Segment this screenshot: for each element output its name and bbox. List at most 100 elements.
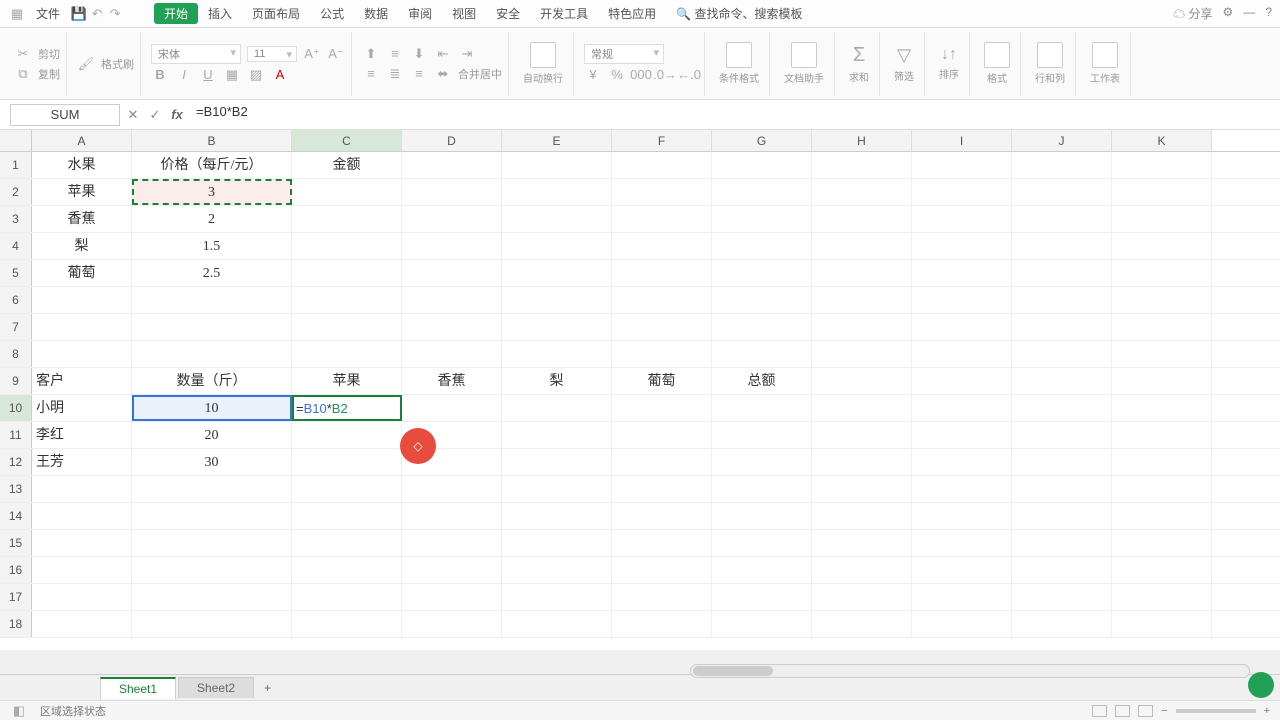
menu-dev[interactable]: 开发工具 [530, 5, 598, 22]
cell-I4[interactable] [912, 233, 1012, 259]
cell-A17[interactable] [32, 584, 132, 610]
cell-D16[interactable] [402, 557, 502, 583]
merge-icon[interactable]: ⬌ [434, 65, 452, 83]
cell-G4[interactable] [712, 233, 812, 259]
cell-A12[interactable]: 王芳 [32, 449, 132, 475]
paste-icon[interactable]: 🖌 [77, 55, 95, 73]
cell-C6[interactable] [292, 287, 402, 313]
cell-H5[interactable] [812, 260, 912, 286]
cell-K5[interactable] [1112, 260, 1212, 286]
cell-D18[interactable] [402, 611, 502, 637]
cell-D9[interactable]: 香蕉 [402, 368, 502, 394]
zoom-in-icon[interactable]: + [1264, 705, 1270, 717]
select-all-corner[interactable] [0, 130, 32, 151]
cell-A1[interactable]: 水果 [32, 152, 132, 178]
cell-F8[interactable] [612, 341, 712, 367]
italic-icon[interactable]: I [175, 66, 193, 84]
row-header-14[interactable]: 14 [0, 503, 32, 529]
cell-J1[interactable] [1012, 152, 1112, 178]
confirm-icon[interactable]: ✓ [146, 107, 164, 123]
cell-D8[interactable] [402, 341, 502, 367]
cell-G6[interactable] [712, 287, 812, 313]
cell-I13[interactable] [912, 476, 1012, 502]
cell-B13[interactable] [132, 476, 292, 502]
cell-K15[interactable] [1112, 530, 1212, 556]
cell-E9[interactable]: 梨 [502, 368, 612, 394]
save-icon[interactable]: 💾 [70, 5, 88, 23]
cell-K2[interactable] [1112, 179, 1212, 205]
currency-icon[interactable]: ¥ [584, 66, 602, 84]
cell-H4[interactable] [812, 233, 912, 259]
zoom-slider[interactable] [1176, 709, 1256, 713]
cell-F11[interactable] [612, 422, 712, 448]
cell-C13[interactable] [292, 476, 402, 502]
cell-D4[interactable] [402, 233, 502, 259]
cell-E8[interactable] [502, 341, 612, 367]
menu-formula[interactable]: 公式 [310, 5, 354, 22]
cell-J10[interactable] [1012, 395, 1112, 421]
row-header-11[interactable]: 11 [0, 422, 32, 448]
cell-I18[interactable] [912, 611, 1012, 637]
border-icon[interactable]: ▦ [223, 66, 241, 84]
undo-icon[interactable]: ↶ [88, 5, 106, 23]
cell-C15[interactable] [292, 530, 402, 556]
row-header-16[interactable]: 16 [0, 557, 32, 583]
copy-icon[interactable]: ⧉ [14, 65, 32, 83]
cell-H2[interactable] [812, 179, 912, 205]
cell-I14[interactable] [912, 503, 1012, 529]
cell-A4[interactable]: 梨 [32, 233, 132, 259]
tab-sheet2[interactable]: Sheet2 [178, 677, 254, 698]
cell-I15[interactable] [912, 530, 1012, 556]
cell-C8[interactable] [292, 341, 402, 367]
cell-H7[interactable] [812, 314, 912, 340]
row-header-7[interactable]: 7 [0, 314, 32, 340]
cut-icon[interactable]: ✂ [14, 45, 32, 63]
cell-D3[interactable] [402, 206, 502, 232]
cell-J14[interactable] [1012, 503, 1112, 529]
cell-E13[interactable] [502, 476, 612, 502]
cell-D13[interactable] [402, 476, 502, 502]
cell-F14[interactable] [612, 503, 712, 529]
cond-fmt-button[interactable]: 条件格式 [715, 42, 763, 85]
cell-K7[interactable] [1112, 314, 1212, 340]
row-header-17[interactable]: 17 [0, 584, 32, 610]
wrap-button[interactable]: 自动换行 [519, 42, 567, 85]
filter-button[interactable]: ▽筛选 [890, 45, 918, 83]
numfmt-select[interactable]: 常规 [584, 44, 664, 64]
underline-icon[interactable]: U [199, 66, 217, 84]
cell-H18[interactable] [812, 611, 912, 637]
cell-K1[interactable] [1112, 152, 1212, 178]
cell-I1[interactable] [912, 152, 1012, 178]
cell-E18[interactable] [502, 611, 612, 637]
cell-K16[interactable] [1112, 557, 1212, 583]
cell-F16[interactable] [612, 557, 712, 583]
cell-K4[interactable] [1112, 233, 1212, 259]
cell-J11[interactable] [1012, 422, 1112, 448]
horizontal-scrollbar[interactable] [690, 664, 1250, 678]
align-bot-icon[interactable]: ⬇ [410, 45, 428, 63]
cell-K13[interactable] [1112, 476, 1212, 502]
cell-K18[interactable] [1112, 611, 1212, 637]
sum-button[interactable]: Σ求和 [845, 44, 873, 84]
cell-D15[interactable] [402, 530, 502, 556]
size-select[interactable]: 11 [247, 46, 297, 62]
cell-B1[interactable]: 价格（每斤/元） [132, 152, 292, 178]
menu-insert[interactable]: 插入 [198, 5, 242, 22]
cell-H14[interactable] [812, 503, 912, 529]
cell-G8[interactable] [712, 341, 812, 367]
col-header-J[interactable]: J [1012, 130, 1112, 151]
cell-F2[interactable] [612, 179, 712, 205]
cell-I2[interactable] [912, 179, 1012, 205]
cancel-icon[interactable]: ✕ [124, 107, 142, 123]
cell-G18[interactable] [712, 611, 812, 637]
cell-K11[interactable] [1112, 422, 1212, 448]
cell-C16[interactable] [292, 557, 402, 583]
cell-D5[interactable] [402, 260, 502, 286]
cell-I3[interactable] [912, 206, 1012, 232]
cell-J13[interactable] [1012, 476, 1112, 502]
cell-B3[interactable]: 2 [132, 206, 292, 232]
row-header-12[interactable]: 12 [0, 449, 32, 475]
cell-K8[interactable] [1112, 341, 1212, 367]
cell-G7[interactable] [712, 314, 812, 340]
cell-K6[interactable] [1112, 287, 1212, 313]
